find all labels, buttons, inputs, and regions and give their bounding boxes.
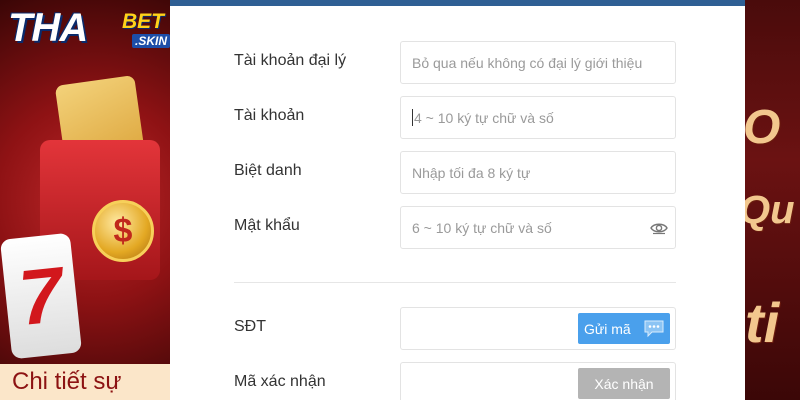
nickname-placeholder: Nhập tối đa 8 ký tự <box>412 164 531 181</box>
promo-glyph: Qu <box>745 188 795 232</box>
send-code-button[interactable]: Gửi mã <box>578 313 670 344</box>
phone-input[interactable]: Gửi mã <box>400 307 676 350</box>
password-placeholder: 6 ~ 10 ký tự chữ và số <box>412 219 552 236</box>
account-label: Tài khoản <box>234 107 305 124</box>
registration-form-panel: Tài khoản đại lý Bỏ qua nếu không có đại… <box>170 0 745 400</box>
account-input[interactable]: 4 ~ 10 ký tự chữ và số <box>400 96 676 139</box>
nickname-input[interactable]: Nhập tối đa 8 ký tự <box>400 151 676 194</box>
logo-main-text: THA <box>8 6 88 50</box>
password-label: Mật khẩu <box>234 217 300 234</box>
chat-bubble-icon <box>644 320 664 338</box>
password-input[interactable]: 6 ~ 10 ký tự chữ và số <box>400 206 676 249</box>
agent-account-label: Tài khoản đại lý <box>234 52 347 69</box>
verify-button[interactable]: Xác nhận <box>578 368 670 399</box>
nickname-label: Biệt danh <box>234 162 302 179</box>
slot-seven-image: 7 <box>0 232 83 360</box>
background-promo-right: O Qu ti <box>745 0 800 400</box>
phone-label: SĐT <box>234 318 266 335</box>
logo-suffix-text: .SKIN <box>132 34 171 48</box>
promo-details-link[interactable]: Chi tiết sự <box>0 364 170 400</box>
promo-glyph: ti <box>745 291 780 354</box>
eye-icon[interactable] <box>650 220 668 236</box>
coin-icon: $ <box>92 200 154 262</box>
verification-code-input[interactable]: Xác nhận <box>400 362 676 400</box>
promo-glyph: O <box>745 101 781 154</box>
text-cursor <box>412 109 413 126</box>
send-code-label: Gửi mã <box>584 320 631 337</box>
verification-code-label: Mã xác nhận <box>234 373 326 390</box>
account-placeholder: 4 ~ 10 ký tự chữ và số <box>414 109 554 126</box>
background-promo-left: $ 7 Chi tiết sự <box>0 0 170 400</box>
agent-account-input[interactable]: Bỏ qua nếu không có đại lý giới thiệu <box>400 41 676 84</box>
site-logo: THA BET .SKIN <box>8 6 178 54</box>
agent-account-placeholder: Bỏ qua nếu không có đại lý giới thiệu <box>412 54 643 71</box>
logo-accent-text: BET <box>122 10 164 33</box>
section-divider <box>234 282 676 283</box>
panel-top-bar <box>170 0 745 6</box>
